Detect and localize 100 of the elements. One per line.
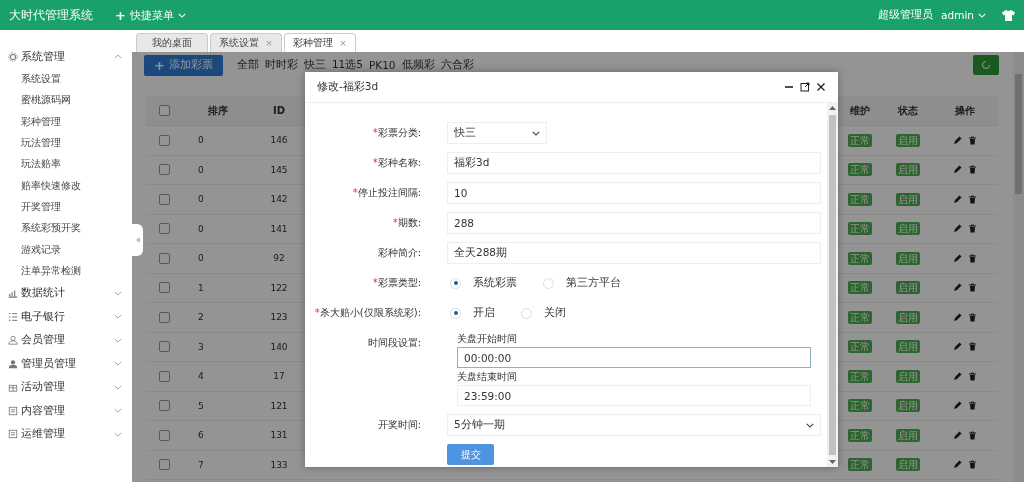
trash-icon[interactable] xyxy=(968,194,977,204)
trash-icon[interactable] xyxy=(968,135,977,145)
table-cell: 131 xyxy=(254,421,304,451)
filter-link[interactable]: PK10 xyxy=(368,59,396,71)
input-field[interactable]: 288 xyxy=(447,212,821,234)
select-field[interactable]: 5分钟一期 xyxy=(447,414,821,436)
trash-icon[interactable] xyxy=(968,342,977,352)
edit-icon[interactable] xyxy=(953,371,962,381)
edit-icon[interactable] xyxy=(953,342,962,352)
status-badge: 启用 xyxy=(896,133,920,147)
field-label: *期数: xyxy=(391,216,421,230)
sidebar-group[interactable]: 数据统计 xyxy=(0,281,132,305)
radio-label[interactable]: 第三方平台 xyxy=(566,276,621,290)
shirt-icon[interactable] xyxy=(1002,9,1015,21)
trash-icon[interactable] xyxy=(968,283,977,293)
scroll-down-icon[interactable] xyxy=(829,459,836,465)
sidebar-group[interactable]: 活动管理 xyxy=(0,375,132,399)
collapse-handle[interactable] xyxy=(132,224,143,256)
input-field[interactable]: 10 xyxy=(447,182,821,204)
table-cell: 0 xyxy=(182,214,254,244)
checkbox[interactable] xyxy=(158,134,170,146)
sidebar-group[interactable]: 电子银行 xyxy=(0,304,132,329)
tab[interactable]: 我的桌面 xyxy=(136,33,208,52)
input-field[interactable]: 00:00:00 xyxy=(457,347,811,368)
checkbox[interactable] xyxy=(158,193,170,205)
sidebar-item[interactable]: 系统彩预开奖 xyxy=(0,217,132,239)
checkbox[interactable] xyxy=(158,105,170,116)
checkbox[interactable] xyxy=(158,164,170,176)
table-cell: 7 xyxy=(182,450,254,480)
sidebar-item[interactable]: 彩种管理 xyxy=(0,111,132,133)
checkbox[interactable] xyxy=(158,459,170,471)
status-badge: 正常 xyxy=(848,222,872,236)
trash-icon[interactable] xyxy=(968,460,977,470)
filter-link[interactable]: 时时彩 xyxy=(264,58,298,72)
checkbox[interactable] xyxy=(158,429,170,441)
trash-icon[interactable] xyxy=(968,430,977,440)
trash-icon[interactable] xyxy=(968,224,977,234)
edit-icon[interactable] xyxy=(953,165,962,175)
table-cell: 4 xyxy=(182,362,254,392)
input-field[interactable]: 23:59:00 xyxy=(457,385,811,406)
edit-icon[interactable] xyxy=(953,401,962,411)
edit-icon[interactable] xyxy=(953,194,962,204)
radio-label[interactable]: 关闭 xyxy=(544,306,566,320)
tab[interactable]: 系统设置 × xyxy=(210,33,282,52)
checkbox[interactable] xyxy=(158,311,170,323)
checkbox[interactable] xyxy=(158,252,170,264)
sidebar-item[interactable]: 玩法管理 xyxy=(0,132,132,154)
checkbox[interactable] xyxy=(158,370,170,382)
edit-icon[interactable] xyxy=(953,460,962,470)
input-field[interactable]: 福彩3d xyxy=(447,152,821,174)
table-cell: 17 xyxy=(254,362,304,392)
maximize-icon[interactable] xyxy=(800,82,810,92)
sidebar-group[interactable]: 管理员管理 xyxy=(0,351,132,376)
scrollbar[interactable] xyxy=(827,103,838,467)
filter-link[interactable]: 六合彩 xyxy=(440,58,474,72)
tab[interactable]: 彩种管理 × xyxy=(284,33,356,52)
sidebar-item[interactable]: 开奖管理 xyxy=(0,196,132,218)
close-icon[interactable] xyxy=(816,82,826,92)
checkbox[interactable] xyxy=(158,400,170,412)
trash-icon[interactable] xyxy=(968,401,977,411)
radio-label[interactable]: 系统彩票 xyxy=(473,276,517,290)
sidebar-group[interactable]: 系统管理 xyxy=(0,45,132,69)
trash-icon[interactable] xyxy=(968,253,977,263)
filter-link[interactable]: 快三 xyxy=(303,58,326,72)
sidebar-group[interactable]: 运维管理 xyxy=(0,422,132,446)
input-field[interactable]: 全天288期 xyxy=(447,242,821,264)
sidebar-item[interactable]: 注单异常检测 xyxy=(0,260,132,282)
filter-link[interactable]: 11选5 xyxy=(331,58,363,72)
sidebar-item[interactable]: 蜜桃源码网 xyxy=(0,89,132,112)
filter-link[interactable]: 低频彩 xyxy=(401,58,435,72)
scroll-up-icon[interactable] xyxy=(829,105,836,111)
sidebar-group[interactable]: 会员管理 xyxy=(0,328,132,352)
sidebar-item[interactable]: 系统设置 xyxy=(0,68,132,90)
edit-icon[interactable] xyxy=(953,253,962,263)
field-label: *停止投注间隔: xyxy=(351,186,421,200)
edit-icon[interactable] xyxy=(953,224,962,234)
trash-icon[interactable] xyxy=(968,165,977,175)
edit-icon[interactable] xyxy=(953,135,962,145)
edit-icon[interactable] xyxy=(953,430,962,440)
sidebar-group[interactable]: 内容管理 xyxy=(0,398,132,423)
scrollbar[interactable] xyxy=(1013,52,1024,482)
checkbox[interactable] xyxy=(158,341,170,353)
checkbox[interactable] xyxy=(158,282,170,294)
caret-icon xyxy=(177,12,186,18)
edit-icon[interactable] xyxy=(953,312,962,322)
select-field[interactable]: 快三 xyxy=(447,122,547,144)
chevron-down-icon xyxy=(532,130,540,136)
radio-label[interactable]: 开启 xyxy=(473,306,495,320)
edit-icon[interactable] xyxy=(953,283,962,293)
sidebar-item[interactable]: 赔率快速修改 xyxy=(0,175,132,197)
status-badge: 启用 xyxy=(896,428,920,442)
sidebar-item[interactable]: 游戏记录 xyxy=(0,238,132,261)
sidebar-item[interactable]: 玩法赔率 xyxy=(0,153,132,175)
chevron-down-icon xyxy=(806,422,814,428)
app-title: 大时代管理系统 xyxy=(9,7,93,23)
trash-icon[interactable] xyxy=(968,371,977,381)
trash-icon[interactable] xyxy=(968,312,977,322)
status-badge: 正常 xyxy=(848,192,872,206)
filter-link[interactable]: 全部 xyxy=(236,58,259,72)
checkbox[interactable] xyxy=(158,223,170,235)
